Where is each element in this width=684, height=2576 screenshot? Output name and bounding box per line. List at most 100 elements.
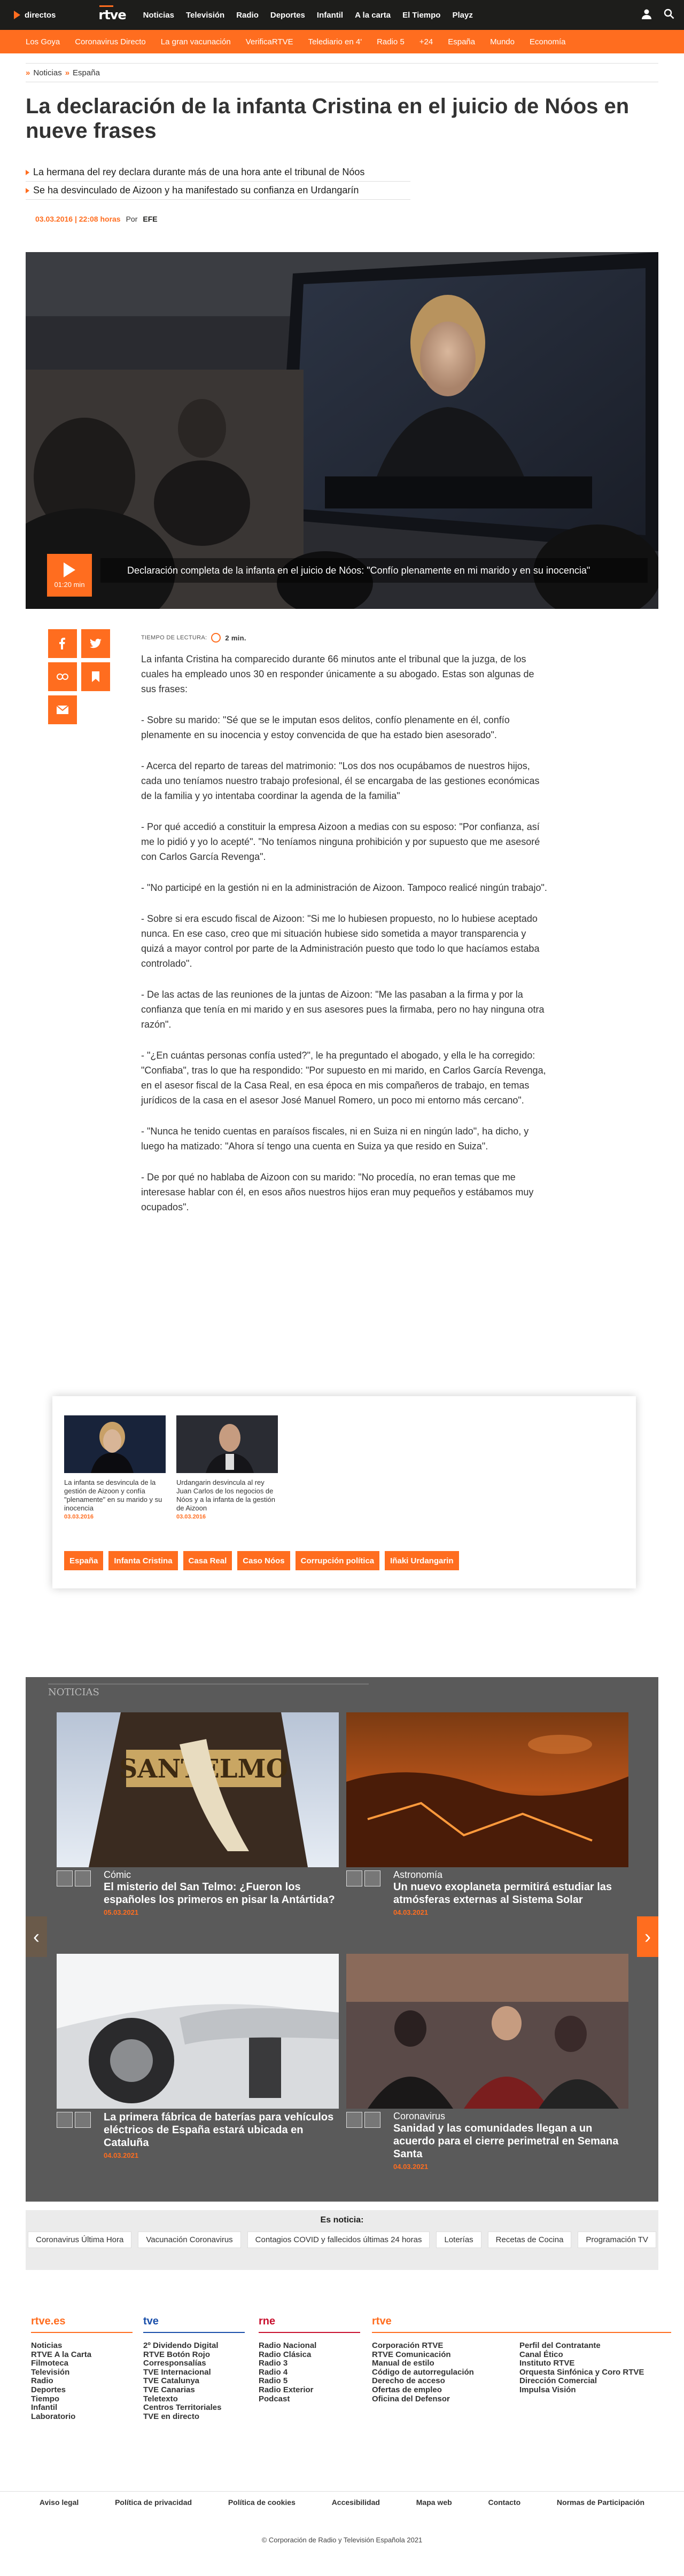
- nav-el-tiempo[interactable]: El Tiempo: [402, 11, 440, 20]
- topic-chip[interactable]: Programación TV: [578, 2232, 656, 2248]
- footer-link[interactable]: TVE en directo: [143, 2412, 245, 2422]
- topic-chip[interactable]: Recetas de Cocina: [487, 2232, 572, 2248]
- footer-link[interactable]: RTVE Comunicación: [372, 2350, 511, 2360]
- nav-playz[interactable]: Playz: [452, 11, 472, 20]
- email-share-button[interactable]: [48, 695, 77, 724]
- subnav-mundo[interactable]: Mundo: [490, 37, 515, 46]
- subnav-coronavirus-directo[interactable]: Coronavirus Directo: [75, 37, 146, 46]
- footer-link[interactable]: Centros Territoriales: [143, 2403, 245, 2413]
- footer-link[interactable]: Deportes: [31, 2385, 133, 2395]
- nav-infantil[interactable]: Infantil: [317, 11, 343, 20]
- legal-link[interactable]: Normas de Participación: [557, 2498, 644, 2507]
- directos-link[interactable]: directos: [14, 0, 56, 30]
- tag-caso-noos[interactable]: Caso Nóos: [237, 1551, 290, 1570]
- footer-link[interactable]: Corporación RTVE: [372, 2341, 511, 2351]
- share-icon[interactable]: [75, 1870, 91, 1886]
- footer-link[interactable]: Dirección Comercial: [519, 2377, 658, 2386]
- subnav-economia[interactable]: Economía: [530, 37, 566, 46]
- nav-radio[interactable]: Radio: [236, 11, 259, 20]
- bookmark-button[interactable]: [81, 662, 110, 691]
- footer-link[interactable]: Noticias: [31, 2341, 133, 2351]
- nav-television[interactable]: Televisión: [186, 11, 224, 20]
- footer-link[interactable]: Oficina del Defensor: [372, 2394, 511, 2404]
- topic-chip[interactable]: Coronavirus Última Hora: [28, 2232, 132, 2248]
- related-item[interactable]: Urdangarin desvincula al rey Juan Carlos…: [176, 1415, 278, 1520]
- footer-link[interactable]: Radio 4: [259, 2368, 360, 2377]
- tag-corrupcion-politica[interactable]: Corrupción política: [295, 1551, 380, 1570]
- tag-espana[interactable]: España: [64, 1551, 104, 1570]
- subnav-verificartve[interactable]: VerificaRTVE: [246, 37, 293, 46]
- footer-link[interactable]: TVE Internacional: [143, 2368, 245, 2377]
- footer-link[interactable]: Manual de estilo: [372, 2359, 511, 2368]
- news-card[interactable]: La primera fábrica de baterías para vehí…: [57, 1954, 339, 2159]
- tag-inaki-urdangarin[interactable]: Iñaki Urdangarin: [385, 1551, 459, 1570]
- footer-logo-rtve[interactable]: rtve: [372, 2316, 511, 2332]
- footer-link[interactable]: Derecho de acceso: [372, 2377, 511, 2386]
- bookmark-icon[interactable]: [346, 2112, 362, 2128]
- footer-link[interactable]: Televisión: [31, 2368, 133, 2377]
- share-icon[interactable]: [364, 2112, 380, 2128]
- footer-link[interactable]: Radio Clásica: [259, 2350, 360, 2360]
- topic-chip[interactable]: Vacunación Coronavirus: [138, 2232, 241, 2248]
- footer-link[interactable]: RTVE A la Carta: [31, 2350, 133, 2360]
- footer-link[interactable]: TVE Catalunya: [143, 2377, 245, 2386]
- legal-link[interactable]: Aviso legal: [40, 2498, 79, 2507]
- footer-logo-rne[interactable]: rne: [259, 2316, 360, 2332]
- subnav-gran-vacunacion[interactable]: La gran vacunación: [161, 37, 231, 46]
- subnav-los-goya[interactable]: Los Goya: [26, 37, 60, 46]
- search-icon[interactable]: [664, 9, 674, 22]
- footer-link[interactable]: Laboratorio: [31, 2412, 133, 2422]
- footer-link[interactable]: Ofertas de empleo: [372, 2385, 511, 2395]
- carousel-prev-button[interactable]: ‹: [26, 1916, 47, 1957]
- carousel-next-button[interactable]: ›: [637, 1916, 658, 1957]
- nav-a-la-carta[interactable]: A la carta: [355, 11, 391, 20]
- video-player[interactable]: 01:20 min Declaración completa de la inf…: [26, 252, 658, 609]
- legal-link[interactable]: Política de cookies: [228, 2498, 296, 2507]
- footer-link[interactable]: Orquesta Sinfónica y Coro RTVE: [519, 2368, 658, 2377]
- user-icon[interactable]: [641, 9, 652, 22]
- footer-link[interactable]: Radio Nacional: [259, 2341, 360, 2351]
- footer-link[interactable]: Perfil del Contratante: [519, 2341, 658, 2351]
- footer-link[interactable]: Canal Ético: [519, 2350, 658, 2360]
- footer-logo-rtve-es[interactable]: rtve.es: [31, 2316, 133, 2332]
- share-icon[interactable]: [364, 1870, 380, 1886]
- breadcrumb-espana[interactable]: España: [73, 68, 100, 77]
- footer-link[interactable]: Teletexto: [143, 2394, 245, 2404]
- subnav-espana[interactable]: España: [448, 37, 475, 46]
- footer-link[interactable]: Podcast: [259, 2394, 360, 2404]
- nav-deportes[interactable]: Deportes: [270, 11, 305, 20]
- rtve-logo[interactable]: rtve: [98, 5, 127, 22]
- twitter-share-button[interactable]: [81, 629, 110, 658]
- footer-link[interactable]: Radio: [31, 2377, 133, 2386]
- footer-link[interactable]: Tiempo: [31, 2394, 133, 2404]
- bookmark-icon[interactable]: [346, 1870, 362, 1886]
- related-item[interactable]: La infanta se desvincula de la gestión d…: [64, 1415, 166, 1520]
- footer-link[interactable]: Filmoteca: [31, 2359, 133, 2368]
- footer-link[interactable]: Impulsa Visión: [519, 2385, 658, 2395]
- nav-noticias[interactable]: Noticias: [143, 11, 174, 20]
- subnav-telediario-4[interactable]: Telediario en 4': [308, 37, 362, 46]
- topic-chip[interactable]: Loterías: [436, 2232, 481, 2248]
- topic-chip[interactable]: Contagios COVID y fallecidos últimas 24 …: [247, 2232, 430, 2248]
- legal-link[interactable]: Accesibilidad: [332, 2498, 380, 2507]
- tag-infanta-cristina[interactable]: Infanta Cristina: [108, 1551, 178, 1570]
- legal-link[interactable]: Mapa web: [416, 2498, 452, 2507]
- bookmark-icon[interactable]: [57, 1870, 73, 1886]
- footer-link[interactable]: Radio 3: [259, 2359, 360, 2368]
- news-card[interactable]: Astronomía Un nuevo exoplaneta permitirá…: [346, 1712, 628, 1916]
- footer-link[interactable]: Radio 5: [259, 2377, 360, 2386]
- footer-logo-tve[interactable]: tve: [143, 2316, 245, 2332]
- legal-link[interactable]: Contacto: [488, 2498, 520, 2507]
- subnav-radio-5[interactable]: Radio 5: [377, 37, 405, 46]
- bookmark-icon[interactable]: [57, 2112, 73, 2128]
- footer-link[interactable]: 2º Dividendo Digital: [143, 2341, 245, 2351]
- breadcrumb-noticias[interactable]: Noticias: [33, 68, 61, 77]
- footer-link[interactable]: Instituto RTVE: [519, 2359, 658, 2368]
- tag-casa-real[interactable]: Casa Real: [183, 1551, 232, 1570]
- footer-link[interactable]: RTVE Botón Rojo: [143, 2350, 245, 2360]
- footer-link[interactable]: Corresponsalías: [143, 2359, 245, 2368]
- news-card[interactable]: Coronavirus Sanidad y las comunidades ll…: [346, 1954, 628, 2171]
- footer-link[interactable]: Infantil: [31, 2403, 133, 2413]
- footer-link[interactable]: Código de autorregulación: [372, 2368, 511, 2377]
- facebook-share-button[interactable]: [48, 629, 77, 658]
